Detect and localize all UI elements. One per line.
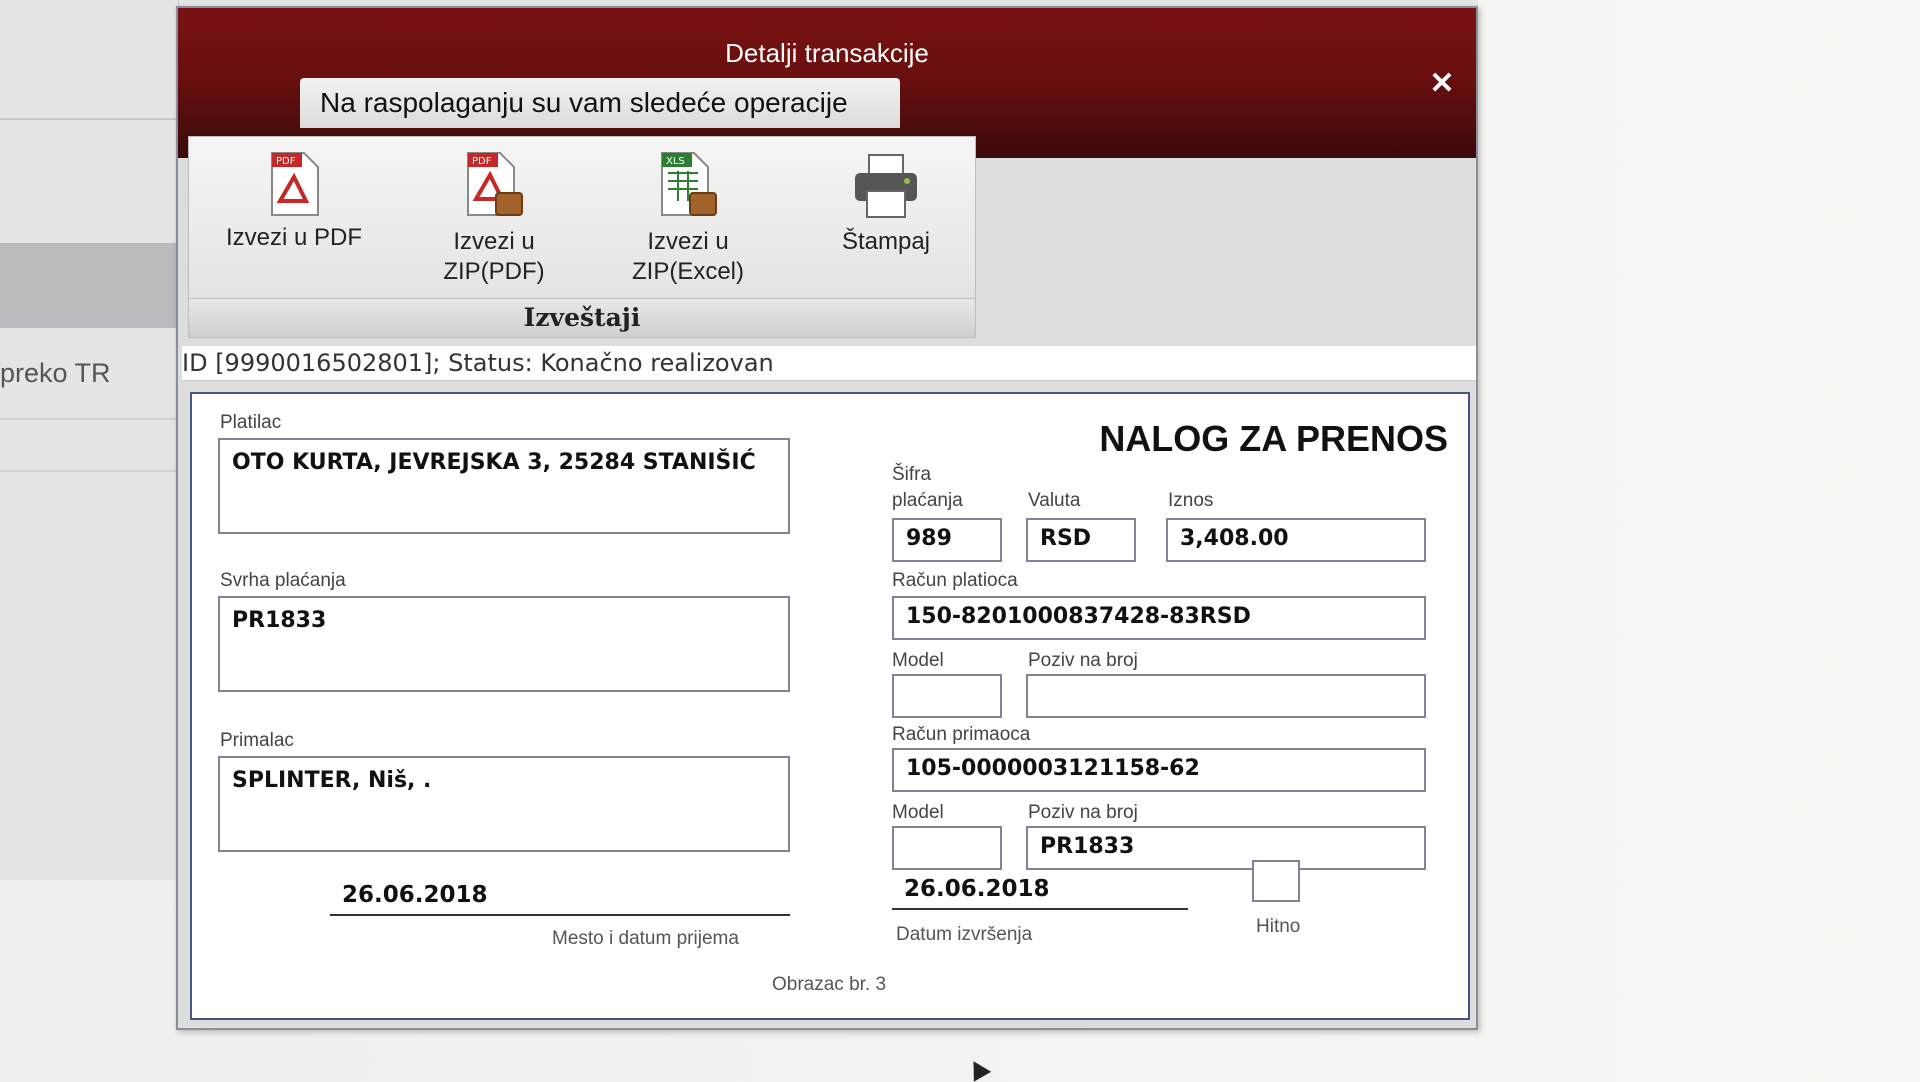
form-title: NALOG ZA PRENOS <box>1099 418 1448 459</box>
execution-date-caption: Datum izvršenja <box>896 924 1033 945</box>
divider <box>0 118 178 120</box>
currency-field[interactable]: RSD <box>1026 518 1136 562</box>
execution-date-line <box>892 908 1188 910</box>
divider <box>0 470 178 472</box>
reference1-label: Poziv na broj <box>1028 650 1138 671</box>
export-zip-pdf-label: Izvezi u ZIP(PDF) <box>443 228 545 285</box>
execution-date-value: 26.06.2018 <box>904 876 1050 902</box>
transaction-status-line: ID [9990016502801]; Status: Konačno real… <box>182 346 1476 381</box>
export-pdf-label: Izvezi u PDF <box>225 224 363 251</box>
amount-label: Iznos <box>1168 490 1214 511</box>
svg-text:PDF: PDF <box>276 156 296 167</box>
reference2-field[interactable]: PR1833 <box>1026 826 1426 870</box>
reference1-field[interactable] <box>1026 674 1426 718</box>
currency-label: Valuta <box>1028 490 1081 511</box>
payment-purpose-label: Svrha plaćanja <box>220 570 346 591</box>
export-pdf-button[interactable]: PDF Izvezi u PDF <box>209 151 379 253</box>
print-button[interactable]: Štampaj <box>801 151 971 257</box>
recipient-field[interactable]: SPLINTER, Niš, . <box>218 756 790 852</box>
export-zip-excel-label: Izvezi u ZIP(Excel) <box>631 228 744 285</box>
payment-order-form: NALOG ZA PRENOS Platilac OTO KURTA, JEVR… <box>190 392 1470 1020</box>
pdf-icon: PDF <box>271 152 319 216</box>
tab-operations[interactable]: Na raspolaganju su vam sledeće operacije <box>300 78 900 128</box>
mouse-cursor-icon <box>964 1056 992 1082</box>
svg-text:PDF: PDF <box>472 156 492 167</box>
payment-code-field[interactable]: 989 <box>892 518 1002 562</box>
recipient-account-label: Račun primaoca <box>892 724 1031 745</box>
background-side-panel: preko TR <box>0 0 179 880</box>
receipt-date-line <box>330 914 790 916</box>
zip-excel-icon: XLS <box>661 152 717 216</box>
model1-label: Model <box>892 650 944 671</box>
print-label: Štampaj <box>841 228 931 255</box>
receipt-date-value: 26.06.2018 <box>342 882 488 908</box>
receipt-date-caption: Mesto i datum prijema <box>552 928 739 949</box>
payer-account-field[interactable]: 150-8201000837428-83RSD <box>892 596 1426 640</box>
export-zip-excel-button[interactable]: XLS Izvezi u ZIP(Excel) <box>603 151 773 287</box>
form-number: Obrazac br. 3 <box>772 974 887 995</box>
operations-toolbar: PDF Izvezi u PDF PDF Izvezi u ZIP(PDF) X… <box>188 136 976 338</box>
payer-account-label: Račun platioca <box>892 570 1018 591</box>
recipient-account-field[interactable]: 105-0000003121158-62 <box>892 748 1426 792</box>
urgent-checkbox[interactable] <box>1252 860 1300 902</box>
reference2-label: Poziv na broj <box>1028 802 1138 823</box>
amount-field[interactable]: 3,408.00 <box>1166 518 1426 562</box>
dialog-title: Detalji transakcije <box>725 38 929 68</box>
model2-label: Model <box>892 802 944 823</box>
model2-field[interactable] <box>892 826 1002 870</box>
svg-text:XLS: XLS <box>666 156 685 167</box>
model1-field[interactable] <box>892 674 1002 718</box>
reports-group-label: Izveštaji <box>189 298 975 337</box>
recipient-label: Primalac <box>220 730 294 751</box>
export-zip-pdf-button[interactable]: PDF Izvezi u ZIP(PDF) <box>409 151 579 287</box>
transaction-details-dialog: Detalji transakcije ✕ Na raspolaganju su… <box>176 6 1478 1030</box>
zip-pdf-icon: PDF <box>467 152 523 216</box>
divider <box>0 418 178 420</box>
payer-field[interactable]: OTO KURTA, JEVREJSKA 3, 25284 STANIŠIĆ <box>218 438 790 534</box>
payment-code-label: Šifra plaćanja <box>892 464 963 511</box>
payer-label: Platilac <box>220 412 282 433</box>
side-nav-text[interactable]: preko TR <box>0 358 111 389</box>
printer-icon <box>855 154 917 218</box>
urgent-label: Hitno <box>1256 916 1301 937</box>
payment-purpose-field[interactable]: PR1833 <box>218 596 790 692</box>
close-icon[interactable]: ✕ <box>1424 66 1460 102</box>
selected-nav-item[interactable] <box>0 243 178 328</box>
